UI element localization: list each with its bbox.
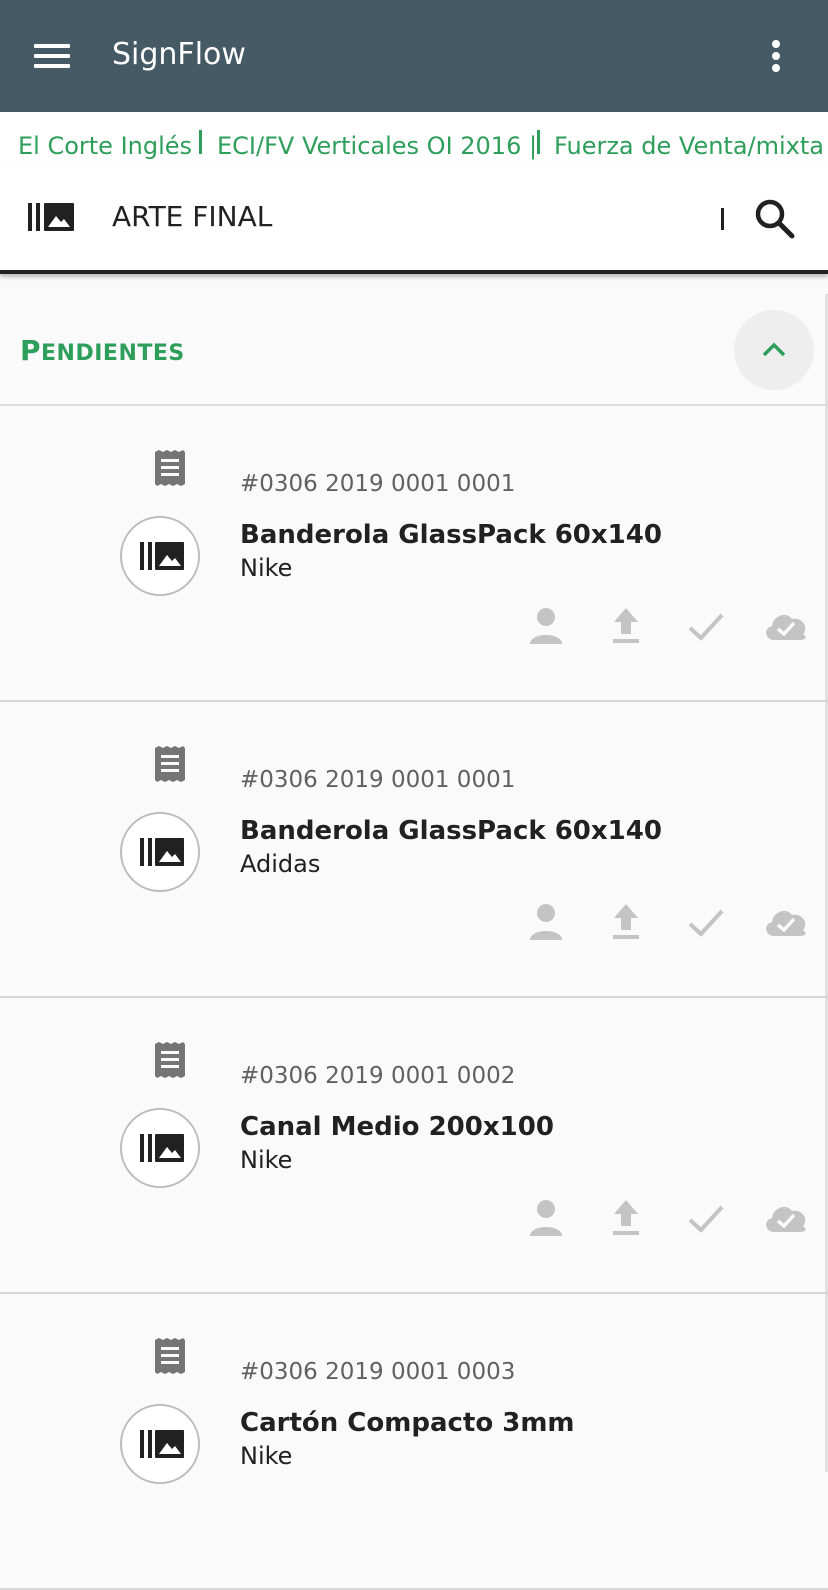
cloud-done-icon[interactable] — [762, 902, 810, 942]
check-icon[interactable] — [682, 606, 730, 646]
card-code: #0306 2019 0001 0003 — [240, 1359, 516, 1385]
list-item[interactable]: #0306 2019 0001 0001 Banderola GlassPack… — [0, 702, 828, 998]
person-icon[interactable] — [522, 1198, 570, 1238]
section-title: ARTE FINAL — [112, 200, 273, 233]
artwork-gallery-icon — [140, 1134, 184, 1162]
receipt-document-icon — [155, 1338, 185, 1374]
person-icon[interactable] — [522, 606, 570, 646]
list-item[interactable]: #0306 2019 0001 0001 Banderola GlassPack… — [0, 406, 828, 702]
breadcrumb-item-channel[interactable]: Fuerza de Venta/mixta — [554, 130, 824, 162]
card-client: Nike — [240, 554, 293, 582]
card-client: Nike — [240, 1442, 293, 1470]
breadcrumb: El Corte Inglés ECI/FV Verticales OI 201… — [0, 112, 828, 164]
receipt-document-icon — [155, 746, 185, 782]
receipt-document-icon — [155, 1042, 185, 1078]
card-title: Canal Medio 200x100 — [240, 1112, 554, 1142]
card-title: Banderola GlassPack 60x140 — [240, 816, 662, 846]
card-client: Nike — [240, 1146, 293, 1174]
card-code: #0306 2019 0001 0001 — [240, 767, 516, 793]
card-code: #0306 2019 0001 0001 — [240, 471, 516, 497]
section-toolbar: ARTE FINAL — [0, 162, 828, 274]
breadcrumb-item-campaign[interactable]: ECI/FV Verticales OI 2016 | — [217, 130, 537, 162]
search-icon[interactable] — [754, 198, 796, 240]
check-icon[interactable] — [682, 1198, 730, 1238]
group-title: PENDIENTES — [20, 334, 185, 367]
artwork-gallery-icon — [140, 542, 184, 570]
menu-icon[interactable] — [34, 42, 70, 70]
upload-icon[interactable] — [602, 1198, 650, 1238]
list-item[interactable]: #0306 2019 0001 0003 Cartón Compacto 3mm… — [0, 1294, 828, 1590]
cloud-done-icon[interactable] — [762, 1198, 810, 1238]
group-header-pending[interactable]: PENDIENTES — [0, 274, 828, 406]
text-cursor — [721, 208, 724, 230]
list-item[interactable]: #0306 2019 0001 0002 Canal Medio 200x100… — [0, 998, 828, 1294]
chevron-up-icon — [762, 342, 786, 357]
app-title: SignFlow — [112, 37, 246, 72]
artwork-gallery-icon — [28, 203, 74, 231]
artwork-gallery-icon — [140, 1430, 184, 1458]
collapse-button[interactable] — [734, 310, 814, 390]
pending-list[interactable]: PENDIENTES #0306 2019 0001 0001 Banderol… — [0, 274, 828, 1590]
more-vert-icon[interactable] — [762, 38, 790, 74]
cloud-done-icon[interactable] — [762, 606, 810, 646]
breadcrumb-separator — [537, 130, 540, 154]
person-icon[interactable] — [522, 902, 570, 942]
artwork-thumbnail — [120, 516, 200, 596]
card-title: Banderola GlassPack 60x140 — [240, 520, 662, 550]
card-title: Cartón Compacto 3mm — [240, 1408, 575, 1438]
receipt-document-icon — [155, 450, 185, 486]
artwork-thumbnail — [120, 812, 200, 892]
card-code: #0306 2019 0001 0002 — [240, 1063, 516, 1089]
artwork-gallery-icon — [140, 838, 184, 866]
app-bar: SignFlow — [0, 0, 828, 112]
breadcrumb-item-client[interactable]: El Corte Inglés — [18, 130, 192, 162]
check-icon[interactable] — [682, 902, 730, 942]
artwork-thumbnail — [120, 1108, 200, 1188]
breadcrumb-separator — [199, 130, 202, 154]
upload-icon[interactable] — [602, 606, 650, 646]
artwork-thumbnail — [120, 1404, 200, 1484]
upload-icon[interactable] — [602, 902, 650, 942]
card-client: Adidas — [240, 850, 321, 878]
